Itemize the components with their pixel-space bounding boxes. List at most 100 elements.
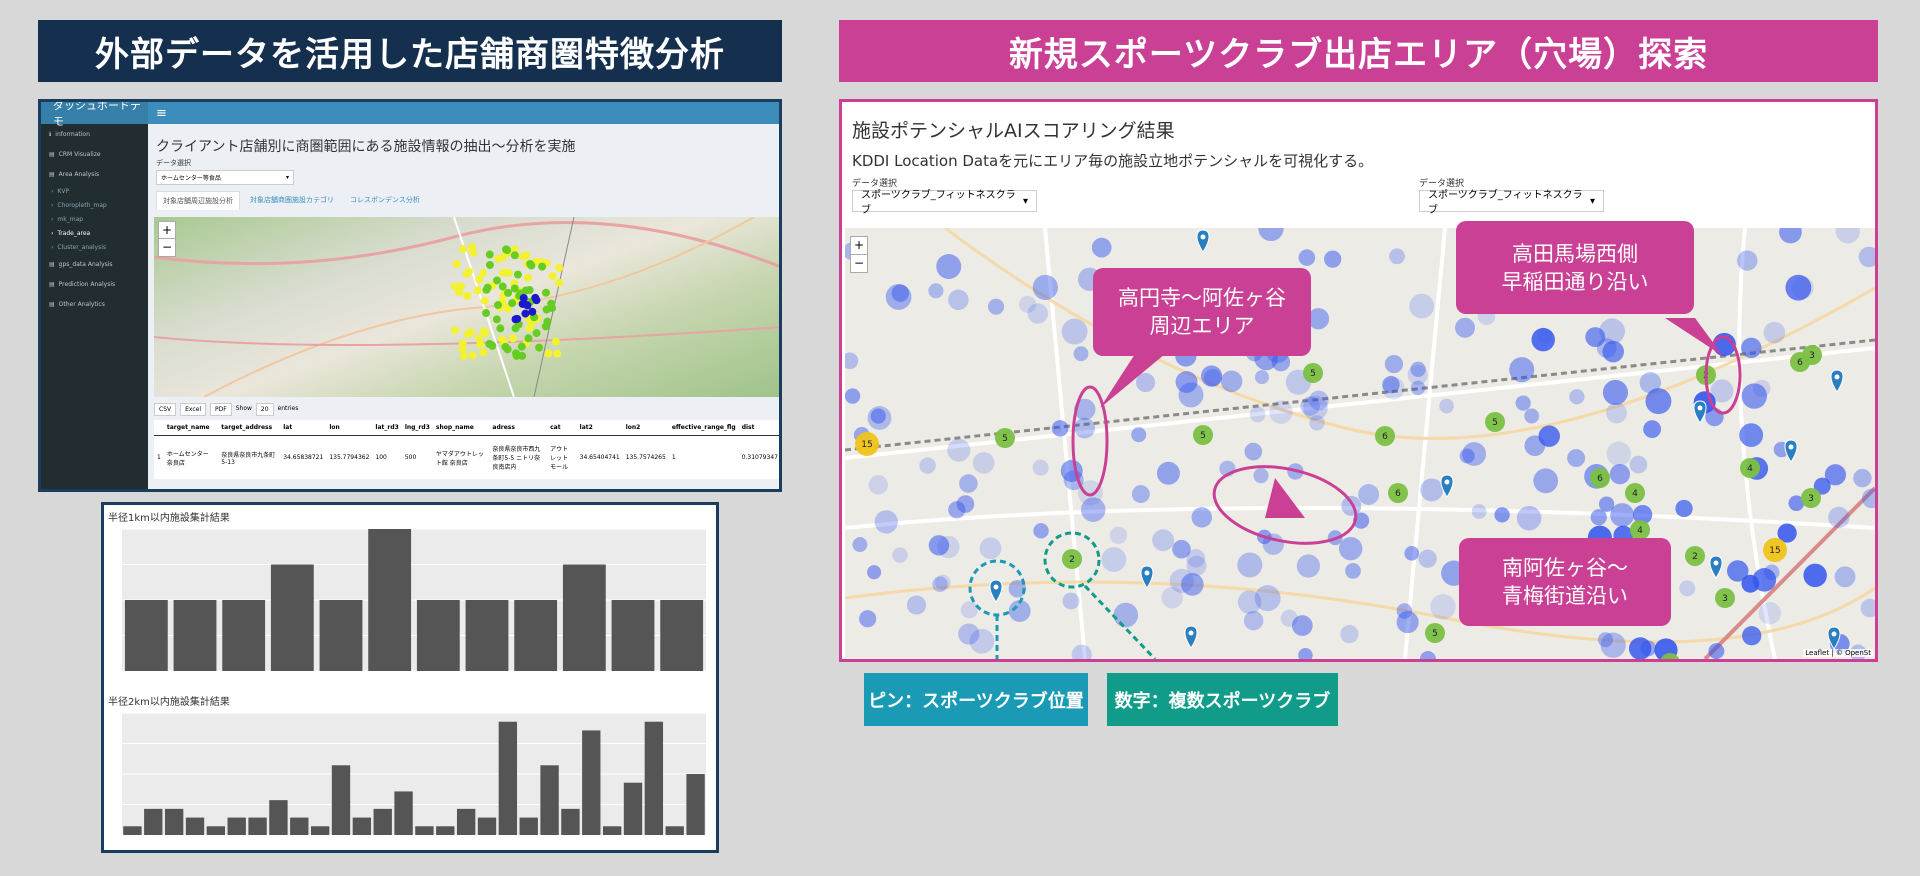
sidebar-item-gps-data-analysis[interactable]: ▤ gps_data Analysis — [41, 254, 148, 274]
column-header[interactable]: target_name — [163, 420, 219, 436]
trade-area-map[interactable]: + − — [154, 217, 779, 397]
show-entries-select[interactable]: 20 — [255, 403, 274, 416]
sidebar-item-label: Area Analysis — [58, 170, 100, 178]
potential-dot — [1509, 357, 1535, 383]
tab-correspondence[interactable]: コレスポンデンス分析 — [344, 191, 426, 210]
potential-dot — [1338, 536, 1363, 561]
potential-dot — [1834, 566, 1856, 588]
hamburger-icon[interactable]: ≡ — [156, 106, 167, 121]
pin-center — [1200, 234, 1206, 240]
excel-button[interactable]: Excel — [180, 403, 207, 416]
trade-area-dot — [521, 309, 530, 318]
sports-club-pin-icon[interactable] — [1440, 474, 1454, 498]
trade-area-dot — [538, 262, 547, 271]
data-select[interactable]: ホームセンター等食品 ▾ — [156, 170, 294, 185]
sidebar-item-other-analytics[interactable]: ▤ Other Analytics — [41, 294, 148, 314]
sidebar-item-mk-map[interactable]: › mk_map — [41, 212, 148, 226]
pdf-button[interactable]: PDF — [210, 403, 232, 416]
column-header[interactable] — [154, 420, 164, 436]
chart2-bar — [144, 808, 163, 835]
cluster-count: 6 — [1395, 489, 1401, 499]
table-cell: 0.31079347 — [741, 454, 778, 461]
tab-facility-analysis[interactable]: 対象店舗周辺施設分析 — [156, 191, 240, 210]
chart2-bar — [456, 808, 476, 835]
potential-dot — [1727, 560, 1749, 582]
trade-area-dot — [551, 337, 560, 346]
column-header[interactable]: shop_name — [432, 420, 490, 436]
dashboard-heading: クライアント店舗別に商圏範囲にある施設情報の抽出～分析を実施 — [156, 139, 576, 155]
column-header[interactable]: lon — [326, 420, 373, 436]
dashboard-topbar: ≡ — [148, 102, 779, 124]
sidebar-item-cluster-analysis[interactable]: › Cluster_analysis — [41, 240, 148, 254]
facility-select-1[interactable]: スポーツクラブ_フィットネスクラブ ▾ — [852, 190, 1037, 216]
potential-dot — [1253, 468, 1269, 484]
pin-center — [1697, 405, 1703, 411]
sports-club-pin-icon[interactable] — [1709, 555, 1723, 579]
trade-area-dot — [464, 267, 473, 276]
potential-dot — [1459, 448, 1475, 464]
sports-club-pin-icon[interactable] — [1184, 625, 1198, 649]
column-header[interactable]: target_address — [218, 420, 281, 436]
map-zoom-in-button[interactable]: + — [850, 236, 868, 255]
potential-dot — [1643, 420, 1662, 439]
chart2-bar — [519, 817, 538, 835]
potential-dot — [1737, 250, 1758, 271]
dash-zoom-out-button[interactable]: − — [158, 238, 176, 257]
sports-club-pin-icon[interactable] — [989, 579, 1003, 603]
column-header[interactable]: lat_rd3 — [372, 420, 402, 436]
chart2-bar — [227, 817, 246, 835]
table-cell: 奈良県奈良市九条町5-13 — [221, 451, 276, 466]
sidebar-item-label: Cluster_analysis — [57, 243, 106, 251]
potential-dot — [1533, 468, 1559, 494]
map-zoom-out-button[interactable]: − — [850, 254, 868, 273]
column-header[interactable]: lat — [280, 420, 327, 436]
sidebar-item-crm-visualize[interactable]: ▤ CRM Visualize — [41, 144, 148, 164]
csv-button[interactable]: CSV — [154, 403, 177, 416]
sports-club-pin-icon[interactable] — [1784, 439, 1798, 463]
potential-dot — [1358, 484, 1380, 505]
potential-dot — [932, 576, 948, 593]
column-header[interactable]: lng_rd3 — [401, 420, 433, 436]
sports-club-pin-icon[interactable] — [1693, 400, 1707, 424]
caret-down-icon: ▾ — [1022, 195, 1028, 207]
tab-facility-category[interactable]: 対象店舗商圏施設カテゴリ — [244, 191, 340, 210]
potential-dot — [987, 298, 1005, 315]
map-attribution[interactable]: Leaflet | © OpenSt — [1803, 649, 1873, 657]
sidebar-item-trade-area[interactable]: › Trade_area — [41, 226, 148, 240]
column-header[interactable]: lon2 — [622, 420, 669, 436]
column-header[interactable]: lat2 — [576, 420, 623, 436]
column-header[interactable]: adress — [489, 420, 548, 436]
potential-dot — [1200, 365, 1223, 387]
chart2-bar — [436, 826, 455, 835]
potential-dot — [1531, 327, 1555, 352]
cluster-count: 6 — [1597, 474, 1603, 484]
column-header[interactable]: effective_range_flg — [668, 420, 739, 436]
trade-area-dot — [485, 250, 494, 259]
facility-select-2[interactable]: スポーツクラブ_フィットネスクラブ ▾ — [1419, 190, 1604, 216]
potential-dot — [1396, 603, 1413, 619]
sidebar-item-choropleth-map[interactable]: › Choropleth_map — [41, 198, 148, 212]
potential-dot — [1345, 563, 1361, 579]
potential-dot — [1606, 402, 1628, 424]
potential-dot — [1742, 626, 1762, 646]
potential-dot — [1418, 549, 1437, 568]
cluster-count: 4 — [1632, 489, 1638, 499]
sidebar-item-label: Prediction Analysis — [58, 280, 116, 288]
sports-club-pin-icon[interactable] — [1196, 229, 1210, 253]
sidebar-item-area-analysis[interactable]: ▤ Area Analysis — [41, 164, 148, 184]
pin-center — [1834, 374, 1840, 380]
potential-dot — [1113, 602, 1139, 628]
sports-club-pin-icon[interactable] — [1830, 369, 1844, 393]
column-header[interactable]: cat — [547, 420, 577, 436]
potential-dot — [1032, 459, 1049, 476]
trade-area-dot — [468, 243, 477, 252]
chevron-right-icon: › — [51, 201, 54, 209]
table-row[interactable]: 1 ホームセンター 奈良店 奈良県奈良市九条町5-13 34.65838721 135.… — [154, 436, 779, 480]
sidebar-item-prediction-analysis[interactable]: ▤ Prediction Analysis — [41, 274, 148, 294]
potential-map[interactable]: 5255656432364221515634253 + − Leaflet | … — [845, 228, 1875, 659]
sidebar-item-label: CRM Visualize — [58, 150, 101, 158]
column-header[interactable]: dist — [738, 420, 779, 436]
pin-center — [1831, 631, 1837, 637]
potential-dot — [891, 284, 909, 302]
sidebar-item-kvp[interactable]: › KVP — [41, 184, 148, 198]
